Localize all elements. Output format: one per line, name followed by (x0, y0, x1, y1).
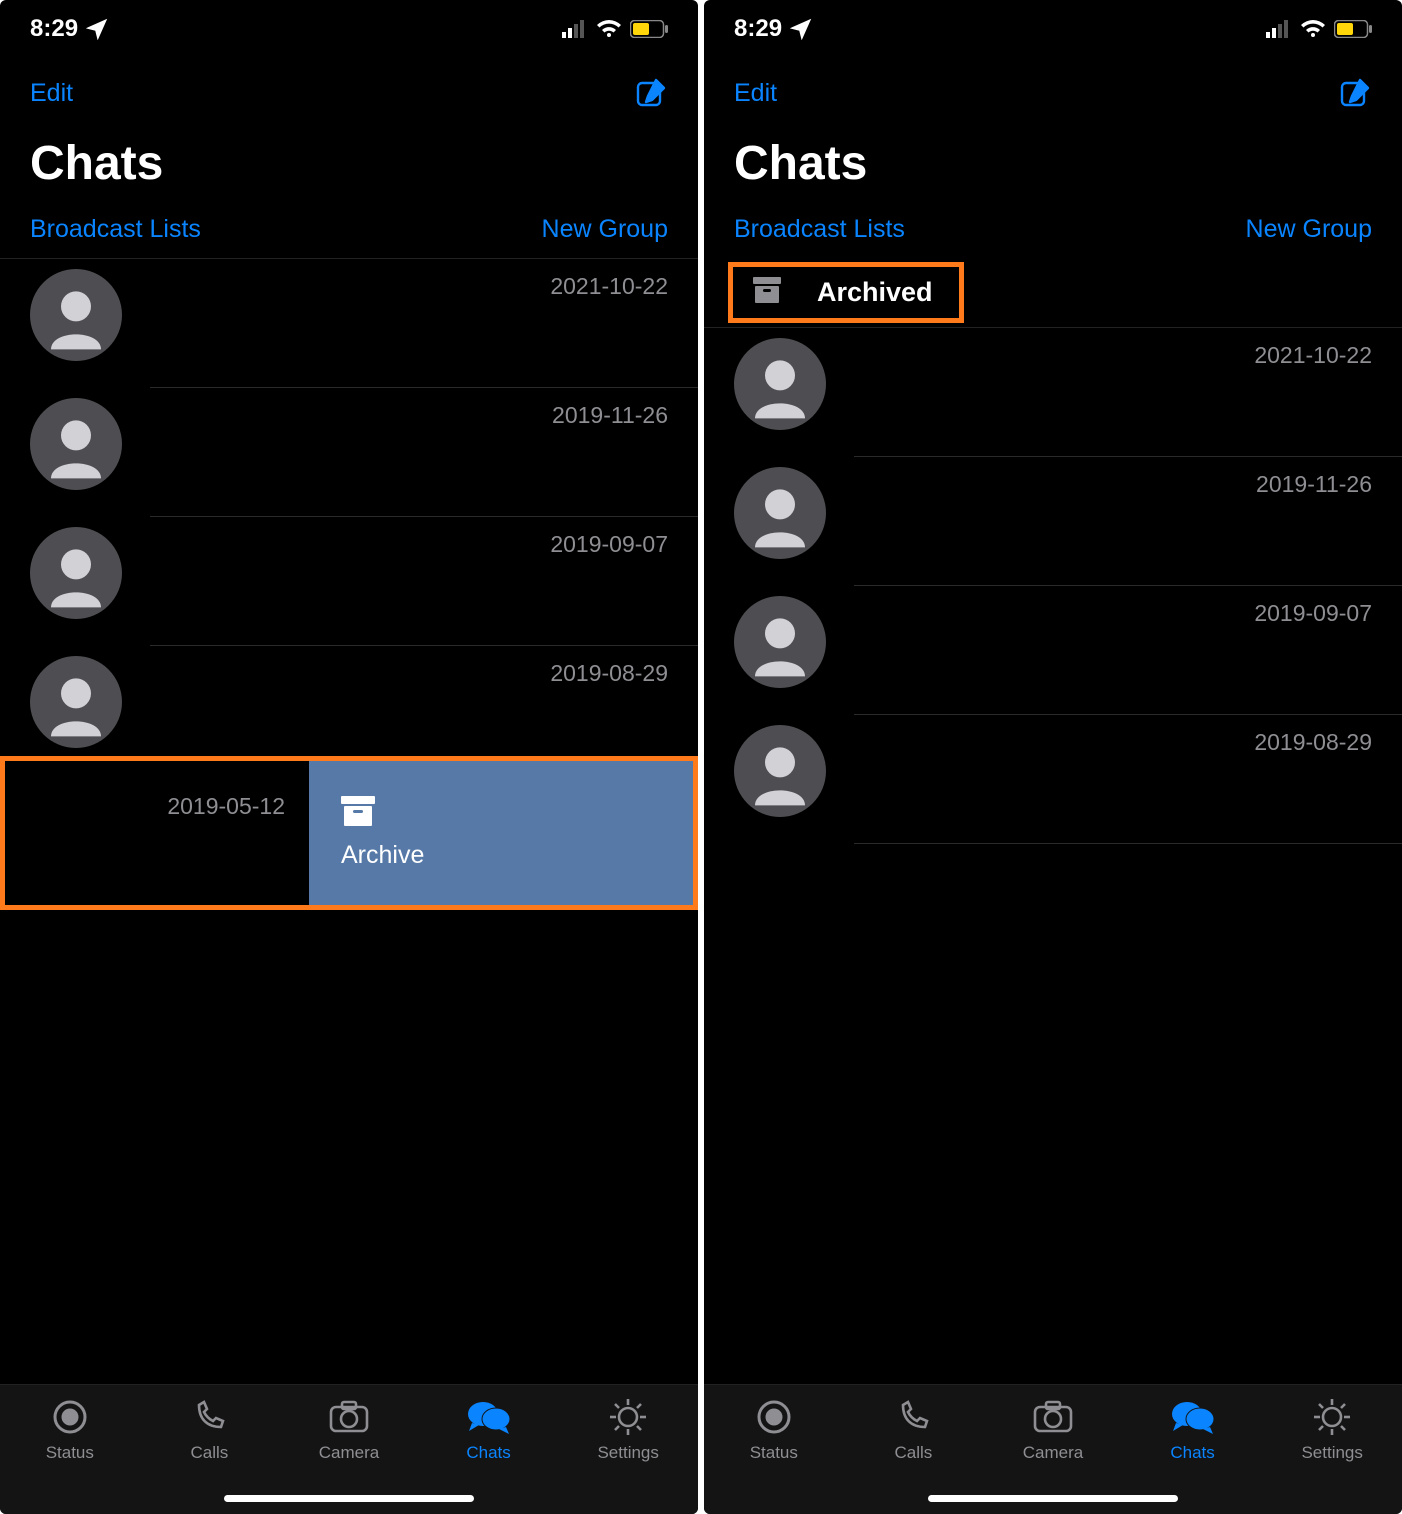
tab-label: Camera (1023, 1443, 1083, 1463)
edit-button[interactable]: Edit (734, 79, 777, 108)
tab-label: Status (750, 1443, 798, 1463)
tab-settings[interactable]: Settings (558, 1397, 698, 1463)
wifi-icon (596, 19, 622, 39)
avatar (734, 467, 826, 559)
home-indicator[interactable] (224, 1495, 474, 1502)
tab-camera[interactable]: Camera (279, 1397, 419, 1463)
chat-date: 2019-11-26 (1256, 471, 1372, 498)
chat-date: 2021-10-22 (550, 273, 668, 300)
chat-date: 2019-08-29 (550, 660, 668, 687)
chat-row[interactable]: 2019-08-29 (704, 715, 1402, 843)
sub-links: Broadcast Lists New Group (704, 201, 1402, 258)
nav-header: Edit (0, 58, 698, 118)
chat-row[interactable]: 2021-10-22 (704, 328, 1402, 456)
broadcast-lists-link[interactable]: Broadcast Lists (30, 215, 201, 244)
tab-label: Settings (597, 1443, 658, 1463)
chat-row[interactable]: 2019-09-07 (0, 517, 698, 645)
avatar (30, 269, 122, 361)
tab-settings[interactable]: Settings (1262, 1397, 1402, 1463)
archive-box-icon (753, 277, 781, 308)
chat-row[interactable]: 2019-11-26 (704, 457, 1402, 585)
page-title: Chats (704, 118, 1402, 201)
tab-status[interactable]: Status (704, 1397, 844, 1463)
tab-label: Camera (319, 1443, 379, 1463)
chat-row[interactable]: 2019-08-29 (0, 646, 698, 756)
archive-swipe-action[interactable]: Archive (309, 761, 693, 905)
tab-label: Settings (1301, 1443, 1362, 1463)
chat-date: 2019-11-26 (552, 402, 668, 429)
avatar (734, 596, 826, 688)
battery-icon (630, 20, 668, 38)
broadcast-lists-link[interactable]: Broadcast Lists (734, 215, 905, 244)
tab-label: Calls (190, 1443, 228, 1463)
cellular-signal-icon (562, 20, 588, 38)
tab-label: Chats (1170, 1443, 1214, 1463)
battery-icon (1334, 20, 1372, 38)
swipe-row-highlight: 2019-05-12 Archive (0, 756, 698, 910)
status-bar: 8:29 (704, 0, 1402, 58)
tab-status[interactable]: Status (0, 1397, 140, 1463)
status-time: 8:29 (734, 15, 782, 43)
phone-right: 8:29 Edit Cha (704, 0, 1402, 1514)
chat-date: 2019-09-07 (1254, 600, 1372, 627)
avatar (30, 656, 122, 748)
compose-icon[interactable] (634, 76, 668, 110)
sub-links: Broadcast Lists New Group (0, 201, 698, 258)
chat-date: 2019-05-12 (167, 793, 285, 820)
tab-label: Chats (466, 1443, 510, 1463)
tab-chats[interactable]: Chats (1123, 1397, 1263, 1463)
nav-header: Edit (704, 58, 1402, 118)
tab-label: Status (46, 1443, 94, 1463)
location-icon (86, 18, 108, 40)
tab-camera[interactable]: Camera (983, 1397, 1123, 1463)
cellular-signal-icon (1266, 20, 1292, 38)
avatar (30, 398, 122, 490)
chat-date: 2019-08-29 (1254, 729, 1372, 756)
location-icon (790, 18, 812, 40)
archived-row-highlight[interactable]: Archived (728, 262, 964, 323)
chat-list[interactable]: 2021-10-22 2019-11-26 2019-09-07 (0, 259, 698, 1384)
page-title: Chats (0, 118, 698, 201)
swiped-chat-cell[interactable]: 2019-05-12 (5, 761, 309, 905)
avatar (30, 527, 122, 619)
archive-action-label: Archive (341, 841, 424, 870)
new-group-link[interactable]: New Group (542, 215, 668, 244)
tab-calls[interactable]: Calls (140, 1397, 280, 1463)
compose-icon[interactable] (1338, 76, 1372, 110)
phone-left: 8:29 Edit Cha (0, 0, 698, 1514)
status-time: 8:29 (30, 15, 78, 43)
tab-chats[interactable]: Chats (419, 1397, 559, 1463)
edit-button[interactable]: Edit (30, 79, 73, 108)
divider (854, 843, 1402, 844)
archive-box-icon (341, 796, 375, 831)
archived-label: Archived (817, 277, 933, 308)
status-bar: 8:29 (0, 0, 698, 58)
chat-list[interactable]: 2021-10-22 2019-11-26 2019-09-07 (704, 328, 1402, 1384)
home-indicator[interactable] (928, 1495, 1178, 1502)
chat-row[interactable]: 2019-09-07 (704, 586, 1402, 714)
chat-row[interactable]: 2021-10-22 (0, 259, 698, 387)
chat-date: 2021-10-22 (1254, 342, 1372, 369)
chat-date: 2019-09-07 (550, 531, 668, 558)
tab-calls[interactable]: Calls (844, 1397, 984, 1463)
wifi-icon (1300, 19, 1326, 39)
chat-row[interactable]: 2019-11-26 (0, 388, 698, 516)
tab-label: Calls (894, 1443, 932, 1463)
new-group-link[interactable]: New Group (1246, 215, 1372, 244)
avatar (734, 725, 826, 817)
avatar (734, 338, 826, 430)
